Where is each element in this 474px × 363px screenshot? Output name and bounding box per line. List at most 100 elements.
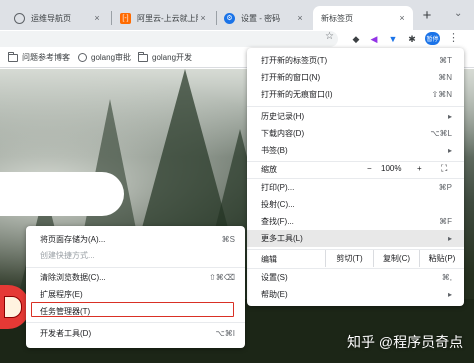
zoom-label: 缩放	[261, 165, 277, 174]
tab-strip: 运维导航页 × [-] 阿里云-上云就上阿 × ⚙ 设置 - 密码 × 新标签页…	[0, 0, 474, 30]
menu-shortcut: ⌘F	[439, 217, 452, 226]
more-tools-submenu: 将页面存储为(A)... ⌘S 创建快捷方式... 清除浏览数据(C)... ⇧…	[26, 226, 245, 348]
tab-settings-passwords[interactable]: ⚙ 设置 - 密码 ×	[218, 6, 311, 30]
paste-label: 粘贴(P)	[428, 254, 456, 263]
fullscreen-icon[interactable]: ⛶	[441, 163, 447, 174]
menu-save-page-as[interactable]: 将页面存储为(A)... ⌘S	[26, 231, 245, 248]
menu-settings[interactable]: 设置(S) ⌘,	[247, 269, 464, 286]
menu-label: 帮助(E)	[261, 290, 288, 299]
menu-downloads[interactable]: 下载内容(D) ⌥⌘L	[247, 125, 464, 142]
close-icon[interactable]: ×	[198, 13, 208, 23]
aliyun-logo-icon: [-]	[120, 12, 131, 24]
extensions-icon[interactable]: ✱	[406, 33, 418, 45]
close-icon[interactable]: ×	[295, 13, 305, 23]
profile-avatar[interactable]: 暂停	[425, 32, 440, 45]
bookmark-link[interactable]: golang审批	[78, 52, 131, 63]
menu-clear-browsing-data[interactable]: 清除浏览数据(C)... ⇧⌘⌫	[26, 269, 245, 286]
tab-ops-nav[interactable]: 运维导航页 ×	[8, 6, 108, 30]
menu-label: 扩展程序(E)	[40, 290, 83, 299]
menu-help[interactable]: 帮助(E) ▸	[247, 286, 464, 303]
menu-label: 下载内容(D)	[261, 129, 305, 138]
folder-icon	[8, 51, 18, 62]
menu-label: 更多工具(L)	[261, 234, 303, 243]
bookmark-label: 问题参考博客	[22, 53, 70, 62]
menu-shortcut: ⌘S	[221, 235, 235, 244]
tab-aliyun[interactable]: [-] 阿里云-上云就上阿 ×	[114, 6, 214, 30]
menu-divider	[247, 106, 464, 107]
edit-label: 编辑	[261, 255, 277, 264]
bookmark-star-icon[interactable]: ☆	[325, 31, 334, 42]
menu-label: 创建快捷方式...	[40, 251, 95, 260]
menu-developer-tools[interactable]: 开发者工具(D) ⌥⌘I	[26, 325, 245, 342]
menu-edit-row: 编辑 剪切(T) 复制(C) 粘贴(P)	[247, 250, 464, 267]
submenu-arrow-icon: ▸	[447, 234, 452, 243]
menu-create-shortcut: 创建快捷方式...	[26, 247, 245, 264]
menu-label: 查找(F)...	[261, 217, 294, 226]
menu-history[interactable]: 历史记录(H) ▸	[247, 108, 464, 125]
menu-new-incognito-window[interactable]: 打开新的无痕窗口(I) ⇧⌘N	[247, 86, 464, 103]
globe-icon	[78, 53, 87, 62]
menu-label: 清除浏览数据(C)...	[40, 273, 106, 282]
menu-extensions[interactable]: 扩展程序(E)	[26, 286, 245, 303]
menu-new-window[interactable]: 打开新的窗口(N) ⌘N	[247, 69, 464, 86]
new-tab-button[interactable]: +	[419, 6, 435, 26]
menu-shortcut: ⇧⌘N	[431, 90, 452, 99]
bookmark-folder[interactable]: golang开发	[138, 51, 193, 63]
menu-label: 打开新的无痕窗口(I)	[261, 90, 333, 99]
zoom-controls: − 100% + ⛶	[359, 160, 464, 177]
speaker-icon[interactable]: ◀	[368, 33, 380, 45]
bookmark-label: golang审批	[91, 53, 132, 62]
copy-label: 复制(C)	[382, 254, 411, 263]
paste-button[interactable]: 粘贴(P)	[419, 250, 464, 267]
menu-shortcut: ⇧⌘⌫	[208, 273, 235, 282]
menu-divider	[26, 322, 245, 323]
copy-button[interactable]: 复制(C)	[373, 250, 419, 267]
menu-shortcut: ⌘N	[438, 73, 452, 82]
close-icon[interactable]: ×	[397, 13, 407, 23]
zoom-out-button[interactable]: −	[367, 164, 372, 173]
tab-divider	[111, 11, 112, 25]
vue-devtools-icon[interactable]: ▼	[387, 33, 399, 45]
menu-shortcut: ⌘T	[439, 56, 452, 65]
menu-bookmarks[interactable]: 书签(B) ▸	[247, 142, 464, 159]
menu-shortcut: ⌘,	[441, 273, 452, 282]
menu-label: 将页面存储为(A)...	[40, 235, 106, 244]
tab-divider	[216, 11, 217, 25]
menu-new-tab[interactable]: 打开新的标签页(T) ⌘T	[247, 52, 464, 69]
settings-icon: ⚙	[224, 12, 235, 24]
submenu-arrow-icon: ▸	[447, 290, 452, 299]
bookmark-folder[interactable]: 问题参考博客	[8, 51, 70, 63]
chrome-main-menu: 打开新的标签页(T) ⌘T 打开新的窗口(N) ⌘N 打开新的无痕窗口(I) ⇧…	[247, 48, 464, 306]
tab-new-tab[interactable]: 新标签页 ×	[313, 6, 413, 30]
tab-search-chevron-icon[interactable]: ⌄	[454, 8, 462, 19]
menu-label: 设置(S)	[261, 273, 288, 282]
globe-icon	[14, 12, 25, 24]
submenu-arrow-icon: ▸	[447, 112, 452, 121]
watermark: 知乎 @程序员奇点	[347, 334, 464, 350]
menu-label: 任务管理器(T)	[40, 307, 91, 316]
tab-title: 设置 - 密码	[241, 13, 281, 23]
close-icon[interactable]: ×	[92, 13, 102, 23]
menu-find[interactable]: 查找(F)... ⌘F	[247, 213, 464, 230]
menu-task-manager[interactable]: 任务管理器(T)	[26, 303, 245, 320]
bookmark-label: golang开发	[152, 53, 193, 62]
menu-shortcut: ⌥⌘I	[215, 329, 235, 338]
menu-print[interactable]: 打印(P)... ⌘P	[247, 179, 464, 196]
extension-puzzle-icon[interactable]: ◆	[350, 33, 362, 45]
menu-more-tools[interactable]: 更多工具(L) ▸	[247, 230, 464, 247]
menu-label: 历史记录(H)	[261, 112, 305, 121]
menu-cast[interactable]: 投射(C)...	[247, 196, 464, 213]
menu-zoom-row: 缩放 − 100% + ⛶	[247, 160, 464, 177]
folder-icon	[138, 51, 148, 62]
zoom-in-button[interactable]: +	[417, 164, 422, 173]
submenu-arrow-icon: ▸	[447, 146, 452, 155]
menu-shortcut: ⌘P	[438, 183, 452, 192]
menu-label: 打印(P)...	[261, 183, 295, 192]
zoom-level: 100%	[381, 164, 402, 173]
search-box[interactable]	[0, 172, 124, 216]
menu-kebab-icon[interactable]: ⋮	[448, 32, 459, 45]
cut-button[interactable]: 剪切(T)	[325, 250, 373, 267]
menu-label: 打开新的标签页(T)	[261, 56, 328, 65]
toolbar: ☆ ◆ ◀ ▼ ✱ 暂停 ⋮	[0, 30, 474, 48]
address-bar[interactable]	[0, 31, 338, 47]
